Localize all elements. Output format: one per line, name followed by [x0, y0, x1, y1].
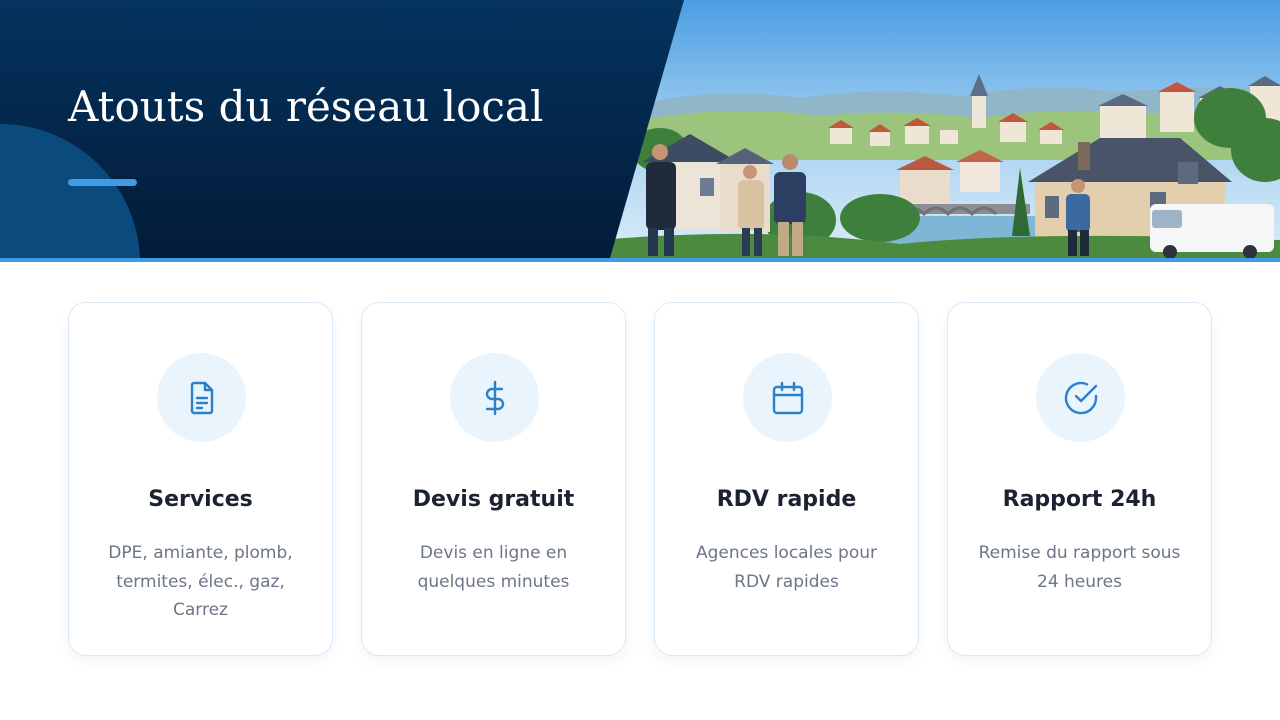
feature-card-devis: Devis gratuit Devis en ligne en quelques…: [361, 302, 626, 656]
features-grid: Services DPE, amiante, plomb, termites, …: [0, 0, 1280, 720]
dollar-icon: [485, 380, 504, 415]
document-icon: [190, 381, 213, 414]
card-icon-circle: [450, 353, 539, 442]
card-title: RDV rapide: [716, 487, 857, 512]
feature-card-rdv: RDV rapide Agences locales pour RDV rapi…: [654, 302, 919, 656]
card-icon-circle: [157, 353, 246, 442]
card-title: Rapport 24h: [1002, 487, 1157, 512]
card-description: DPE, amiante, plomb, termites, élec., ga…: [108, 543, 293, 620]
card-title: Services: [148, 487, 253, 512]
card-description: Devis en ligne en quelques minutes: [417, 543, 570, 592]
check-circle-icon: [1064, 381, 1097, 414]
card-title: Devis gratuit: [412, 487, 575, 512]
calendar-icon: [772, 381, 803, 414]
feature-card-services: Services DPE, amiante, plomb, termites, …: [68, 302, 333, 656]
card-description: Remise du rapport sous 24 heures: [978, 543, 1181, 592]
card-icon-circle: [743, 353, 832, 442]
card-icon-circle: [1036, 353, 1125, 442]
card-description: Agences locales pour RDV rapides: [695, 543, 877, 592]
feature-card-rapport: Rapport 24h Remise du rapport sous 24 he…: [947, 302, 1212, 656]
